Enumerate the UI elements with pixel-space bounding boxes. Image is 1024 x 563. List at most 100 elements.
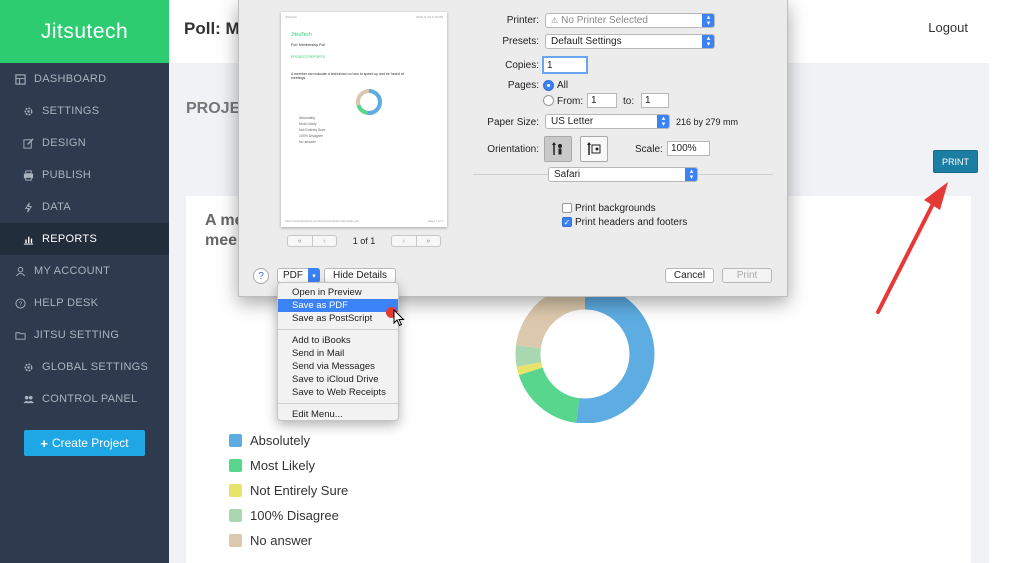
presets-label: Presets:	[502, 36, 539, 47]
sidebar-item-my-account[interactable]: MY ACCOUNT	[0, 255, 169, 287]
print-icon	[22, 169, 34, 181]
sidebar-item-control-panel[interactable]: CONTROL PANEL	[0, 383, 169, 415]
sidebar-item-design[interactable]: DESIGN	[0, 127, 169, 159]
printer-value: No Printer Selected	[561, 15, 648, 26]
menu-item-save-to-icloud[interactable]: Save to iCloud Drive	[278, 373, 398, 386]
prev-page-icon[interactable]: ‹	[311, 236, 337, 246]
preview-header-left: Jitsutech	[285, 15, 297, 19]
legend-label: No answer	[250, 533, 313, 548]
pdf-menu-button[interactable]: PDF ▾	[277, 268, 320, 283]
sidebar-item-publish[interactable]: PUBLISH	[0, 159, 169, 191]
legend-swatch	[229, 484, 242, 497]
pages-to-label: to:	[623, 96, 635, 107]
preview-question: A member can educate a technician on how…	[291, 72, 404, 80]
pages-from-input[interactable]: 1	[587, 93, 617, 108]
gear-icon	[22, 361, 34, 373]
print-dialog-print-button[interactable]: Print	[722, 268, 772, 283]
create-project-label: Create Project	[51, 436, 129, 450]
legend-swatch	[229, 459, 242, 472]
menu-separator	[278, 403, 398, 404]
sidebar-item-label: DASHBOARD	[34, 73, 107, 85]
preview-legend-item: Not Entirely Sure	[299, 128, 326, 132]
last-page-icon[interactable]: »	[415, 236, 441, 246]
legend-swatch	[229, 434, 242, 447]
landscape-orientation-button[interactable]	[580, 136, 608, 162]
create-project-button[interactable]: + Create Project	[24, 430, 145, 456]
sidebar-item-reports[interactable]: REPORTS	[0, 223, 169, 255]
sidebar-item-label: SETTINGS	[42, 105, 100, 117]
donut-chart	[515, 285, 655, 423]
user-icon	[14, 265, 26, 277]
sidebar-item-label: CONTROL PANEL	[42, 393, 138, 405]
sidebar-item-label: PUBLISH	[42, 169, 92, 181]
printer-select[interactable]: ⚠ No Printer Selected ▴ ▾	[545, 13, 715, 28]
paper-size-select[interactable]: US Letter ▴ ▾	[545, 114, 670, 129]
menu-separator	[278, 329, 398, 330]
chevron-updown-icon: ▴ ▾	[702, 14, 714, 27]
mouse-cursor-icon	[393, 309, 405, 327]
copies-label: Copies:	[505, 60, 539, 71]
print-backgrounds-label: Print backgrounds	[575, 203, 656, 214]
portrait-icon	[552, 142, 562, 155]
sidebar-item-dashboard[interactable]: DASHBOARD	[0, 63, 169, 95]
menu-item-save-to-web-receipts[interactable]: Save to Web Receipts	[278, 386, 398, 399]
menu-item-open-in-preview[interactable]: Open in Preview	[278, 286, 398, 299]
paper-size-value: US Letter	[551, 116, 594, 127]
next-page-icon[interactable]: ›	[392, 236, 416, 246]
gear-icon	[22, 105, 34, 117]
sidebar-item-global-settings[interactable]: GLOBAL SETTINGS	[0, 351, 169, 383]
copies-input[interactable]: 1	[542, 56, 588, 74]
menu-item-edit-menu[interactable]: Edit Menu...	[278, 408, 398, 421]
preview-legend-item: Absolutely	[299, 116, 316, 120]
legend-item: Not Entirely Sure	[229, 478, 348, 503]
portrait-orientation-button[interactable]	[544, 136, 572, 162]
pages-to-input[interactable]: 1	[641, 93, 669, 108]
sidebar-item-help-desk[interactable]: ? HELP DESK	[0, 287, 169, 319]
scale-input[interactable]: 100%	[667, 141, 710, 156]
print-backgrounds-checkbox[interactable]	[562, 203, 572, 213]
svg-text:?: ?	[18, 300, 22, 307]
bar-chart-icon	[22, 233, 34, 245]
preview-footer-right: Page 1 of 1	[427, 219, 443, 223]
menu-item-send-via-messages[interactable]: Send via Messages	[278, 360, 398, 373]
pages-range-radio[interactable]	[543, 95, 554, 106]
sidebar-item-jitsu-setting[interactable]: JITSU SETTING	[0, 319, 169, 351]
legend-swatch	[229, 534, 242, 547]
cancel-button[interactable]: Cancel	[665, 268, 714, 283]
printer-label: Printer:	[506, 15, 539, 26]
pages-label: Pages:	[507, 80, 539, 91]
brand-logo[interactable]: Jitsutech	[0, 0, 169, 63]
menu-item-add-to-ibooks[interactable]: Add to iBooks	[278, 334, 398, 347]
menu-item-save-as-postscript[interactable]: Save as PostScript	[278, 312, 398, 325]
hide-details-button[interactable]: Hide Details	[324, 268, 396, 283]
preview-pager: « ‹ 1 of 1 › »	[287, 234, 441, 248]
sidebar-item-data[interactable]: DATA	[0, 191, 169, 223]
presets-value: Default Settings	[551, 36, 622, 47]
help-button[interactable]: ?	[253, 268, 269, 284]
sidebar-item-settings[interactable]: SETTINGS	[0, 95, 169, 127]
lightning-icon	[22, 201, 34, 213]
print-headers-footers-checkbox[interactable]: ✓	[562, 217, 572, 227]
legend-item: Most Likely	[229, 453, 348, 478]
sidebar-item-label: DESIGN	[42, 137, 86, 149]
sidebar-nav: DASHBOARD SETTINGS DESIGN PUBLISH DATA R…	[0, 63, 169, 415]
first-page-icon[interactable]: «	[288, 236, 312, 246]
legend-label: Absolutely	[250, 433, 310, 448]
chart-legend: Absolutely Most Likely Not Entirely Sure 10…	[229, 428, 348, 553]
menu-item-send-in-mail[interactable]: Send in Mail	[278, 347, 398, 360]
pdf-dropdown-menu: Open in Preview Save as PDF Save as Post…	[277, 282, 399, 421]
print-button[interactable]: PRINT	[933, 150, 978, 173]
help-icon: ?	[14, 297, 26, 309]
chevron-down-icon: ▾	[308, 268, 320, 283]
preview-header-right: 2016-11-10 1:23 PM	[415, 15, 443, 19]
legend-swatch	[229, 509, 242, 522]
print-preview-page: Jitsutech 2016-11-10 1:23 PM JitsuTech P…	[281, 12, 447, 227]
menu-item-save-as-pdf[interactable]: Save as PDF	[278, 299, 398, 312]
legend-label: Not Entirely Sure	[250, 483, 349, 498]
landscape-icon	[587, 142, 601, 155]
app-section-select[interactable]: Safari ▴ ▾	[548, 167, 698, 182]
logout-link[interactable]: Logout	[928, 20, 968, 35]
pages-all-radio[interactable]	[543, 80, 554, 91]
presets-select[interactable]: Default Settings ▴ ▾	[545, 34, 715, 49]
warning-icon: ⚠	[551, 16, 559, 25]
